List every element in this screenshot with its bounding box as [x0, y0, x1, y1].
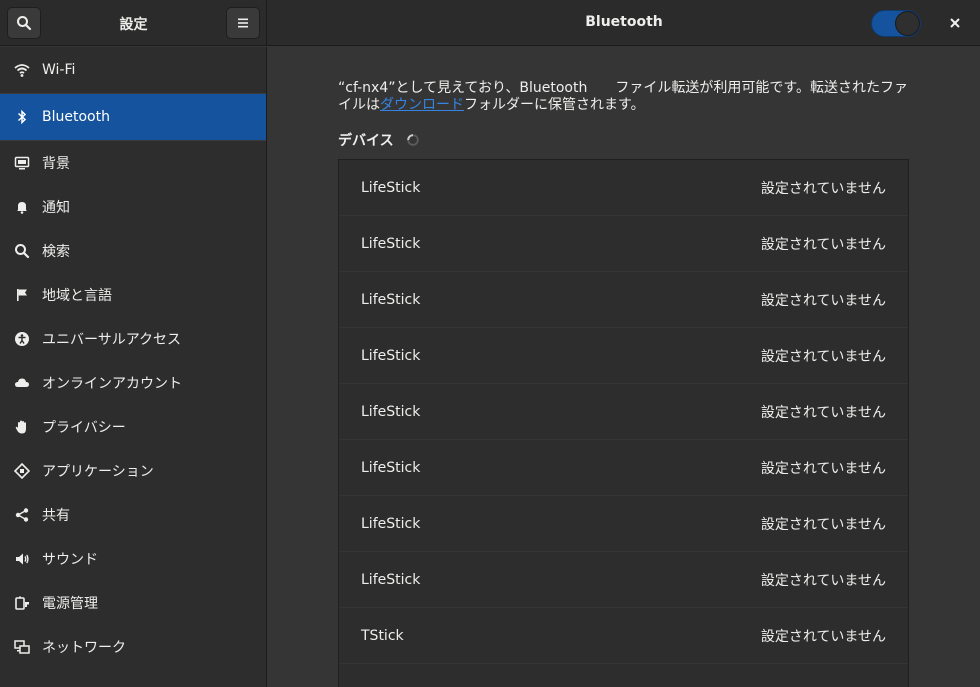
sidebar-item-background[interactable]: 背景 — [0, 141, 266, 185]
sidebar-item-search[interactable]: 検索 — [0, 229, 266, 273]
cloud-icon — [14, 375, 30, 391]
share-icon — [14, 507, 30, 523]
sidebar-item-power[interactable]: 電源管理 — [0, 581, 266, 625]
device-list: LifeStick 設定されていません LifeStick 設定されていません … — [338, 159, 909, 687]
close-icon — [950, 18, 960, 28]
device-status: 設定されていません — [760, 516, 886, 533]
device-name: TStick — [361, 627, 404, 644]
device-name: LifeStick — [361, 403, 421, 420]
device-status: 設定されていません — [760, 292, 886, 309]
settings-window: 設定 Bluetooth Wi-Fi Bluetooth 背景 通知 検索 地域… — [0, 0, 980, 687]
sidebar-item-network[interactable]: ネットワーク — [0, 625, 266, 669]
bluetooth-panel: “cf-nx4”として見えており、Bluetooth ファイル転送が利用可能です… — [268, 47, 980, 687]
device-status: 設定されていません — [760, 348, 886, 365]
sidebar-item-sound[interactable]: サウンド — [0, 537, 266, 581]
sidebar-item-label: 背景 — [42, 156, 70, 172]
applications-icon — [14, 463, 30, 479]
device-status: 設定されていません — [760, 460, 886, 477]
sidebar-item-sharing[interactable]: 共有 — [0, 493, 266, 537]
device-status: 設定されていません — [760, 404, 886, 421]
device-row[interactable]: LifeStick 設定されていません — [339, 384, 908, 440]
device-status: 設定されていません — [760, 628, 886, 645]
device-row[interactable]: LifeStick 設定されていません — [339, 328, 908, 384]
sidebar-item-label: 共有 — [42, 508, 70, 524]
sidebar-item-label: Wi-Fi — [42, 62, 76, 78]
sidebar: Wi-Fi Bluetooth 背景 通知 検索 地域と言語 ユニバーサルアクセ… — [0, 47, 267, 687]
sidebar-item-label: ネットワーク — [42, 640, 126, 656]
sidebar-item-label: 検索 — [42, 244, 70, 260]
device-status: 設定されていません — [760, 236, 886, 253]
sidebar-item-label: アプリケーション — [42, 464, 154, 480]
device-row[interactable]: LifeStick 設定されていません — [339, 552, 908, 608]
sidebar-item-label: プライバシー — [42, 420, 126, 436]
toggle-knob — [895, 11, 920, 36]
speaker-icon — [14, 551, 30, 567]
device-row[interactable]: TStick 設定されていません — [339, 608, 908, 664]
accessibility-icon — [14, 331, 30, 347]
menu-button[interactable] — [226, 7, 260, 39]
sidebar-item-wifi[interactable]: Wi-Fi — [0, 47, 266, 94]
hamburger-menu-icon — [238, 18, 248, 28]
header-bar: 設定 Bluetooth — [0, 0, 980, 46]
close-button[interactable] — [940, 10, 970, 36]
devices-heading: デバイス — [338, 130, 420, 150]
downloads-link[interactable]: ダウンロード — [380, 97, 464, 113]
device-row[interactable]: LifeStick 設定されていません — [339, 496, 908, 552]
visibility-description: “cf-nx4”として見えており、Bluetooth ファイル転送が利用可能です… — [338, 80, 918, 114]
device-name: LifeStick — [361, 235, 421, 252]
device-name: LifeStick — [361, 347, 421, 364]
device-row[interactable]: LifeStick 設定されていません — [339, 160, 908, 216]
device-name: LifeStick — [361, 291, 421, 308]
wifi-icon — [14, 62, 30, 78]
network-icon — [14, 639, 30, 655]
device-name: LifeStick — [361, 571, 421, 588]
sidebar-item-label: 地域と言語 — [42, 288, 112, 304]
bluetooth-toggle[interactable] — [871, 10, 921, 37]
search-icon — [14, 243, 30, 259]
sidebar-item-notifications[interactable]: 通知 — [0, 185, 266, 229]
description-text-end: フォルダーに保管されます。 — [464, 97, 645, 113]
sidebar-item-label: ユニバーサルアクセス — [42, 332, 182, 348]
device-row[interactable]: LifeStick 設定されていません — [339, 216, 908, 272]
sidebar-item-applications[interactable]: アプリケーション — [0, 449, 266, 493]
devices-label: デバイス — [338, 133, 394, 149]
device-row[interactable] — [339, 664, 908, 687]
device-row[interactable]: LifeStick 設定されていません — [339, 440, 908, 496]
sidebar-item-online-accounts[interactable]: オンラインアカウント — [0, 361, 266, 405]
sidebar-item-label: Bluetooth — [42, 109, 110, 125]
sidebar-item-privacy[interactable]: プライバシー — [0, 405, 266, 449]
device-name: LifeStick — [361, 179, 421, 196]
sidebar-header: 設定 — [0, 0, 267, 46]
device-row[interactable]: LifeStick 設定されていません — [339, 272, 908, 328]
flag-icon — [14, 287, 30, 303]
power-icon — [14, 595, 30, 611]
device-status: 設定されていません — [760, 180, 886, 197]
sidebar-item-universal-access[interactable]: ユニバーサルアクセス — [0, 317, 266, 361]
sidebar-item-label: オンラインアカウント — [42, 376, 182, 392]
loading-spinner-icon — [406, 134, 419, 146]
bluetooth-icon — [14, 109, 30, 125]
sidebar-item-bluetooth[interactable]: Bluetooth — [0, 94, 266, 141]
sidebar-item-label: サウンド — [42, 552, 98, 568]
sidebar-item-label: 通知 — [42, 200, 70, 216]
device-name: LifeStick — [361, 459, 421, 476]
sidebar-item-label: 電源管理 — [42, 596, 98, 612]
bell-icon — [14, 199, 30, 215]
device-status: 設定されていません — [760, 572, 886, 589]
device-name: LifeStick — [361, 515, 421, 532]
background-icon — [14, 155, 30, 171]
hand-icon — [14, 419, 30, 435]
sidebar-item-region-language[interactable]: 地域と言語 — [0, 273, 266, 317]
